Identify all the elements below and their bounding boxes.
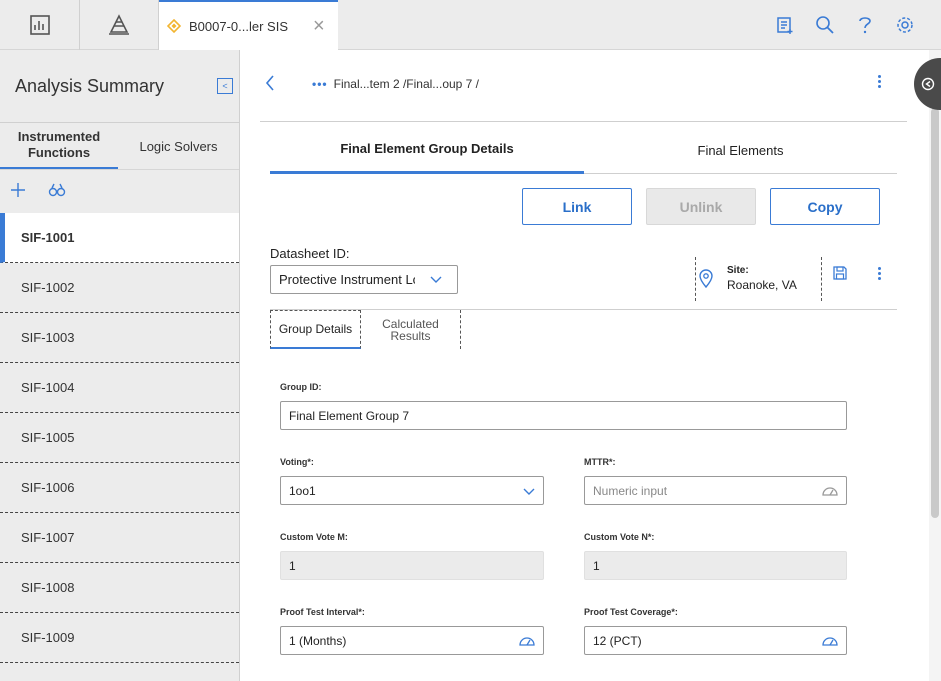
breadcrumb[interactable]: ••• Final...tem 2 /Final...oup 7 /	[312, 77, 479, 91]
sif-tab-icon	[167, 19, 181, 33]
mttr-label: MTTR*:	[584, 457, 616, 467]
site-label: Site:	[727, 265, 749, 276]
proof-test-interval-value: 1 (Months)	[289, 633, 347, 648]
voting-value: 1oo1	[289, 483, 316, 498]
scrollbar[interactable]	[929, 50, 941, 681]
more-icon[interactable]: •••	[312, 77, 328, 91]
proof-test-coverage-value: 12 (PCT)	[593, 633, 642, 648]
proof-test-interval-field[interactable]: 1 (Months)	[280, 626, 544, 655]
datasheet-label: Datasheet ID:	[270, 246, 350, 261]
left-toolbar	[0, 169, 239, 213]
tab-calculated-results-line1: Calculated	[382, 316, 439, 331]
custom-vote-n-label: Custom Vote N*:	[584, 532, 655, 542]
binoculars-icon	[48, 183, 66, 197]
unlink-button[interactable]: Unlink	[646, 188, 756, 225]
dashboard-button[interactable]	[0, 0, 80, 50]
checklist-button[interactable]	[772, 12, 798, 38]
analysis-summary-panel: Analysis Summary < Instrumented Function…	[0, 50, 240, 681]
custom-vote-m-label: Custom Vote M:	[280, 532, 348, 542]
tab-instrumented-functions[interactable]: Instrumented Functions	[0, 123, 118, 170]
custom-vote-n-field: 1	[584, 551, 847, 580]
collapse-icon[interactable]: <	[217, 78, 233, 94]
list-item[interactable]: SIF-1009	[0, 613, 239, 663]
panel-title: Analysis Summary	[15, 76, 165, 96]
back-icon	[265, 75, 274, 91]
custom-vote-m-value: 1	[289, 558, 296, 573]
sif-list: SIF-1001 SIF-1002 SIF-1003 SIF-1004 SIF-…	[0, 213, 239, 663]
help-icon	[859, 17, 871, 34]
list-item[interactable]: SIF-1002	[0, 263, 239, 313]
list-item[interactable]: SIF-1008	[0, 563, 239, 613]
gauge-icon[interactable]	[821, 635, 839, 647]
chevron-down-icon	[430, 276, 442, 283]
link-button[interactable]: Link	[522, 188, 632, 225]
find-button[interactable]	[46, 179, 68, 201]
voting-label: Voting*:	[280, 457, 314, 467]
hierarchy-icon	[109, 14, 129, 35]
divider	[260, 121, 907, 122]
breadcrumb-text[interactable]: Final...tem 2 /Final...oup 7 /	[334, 77, 479, 91]
tab-title: B0007-0...ler SIS	[189, 18, 288, 34]
proof-test-coverage-label: Proof Test Coverage*:	[584, 607, 678, 617]
tab-group-details[interactable]: Group Details	[270, 310, 361, 349]
back-button[interactable]	[264, 74, 276, 97]
hierarchy-button[interactable]	[80, 0, 159, 50]
open-tab-sis[interactable]: B0007-0...ler SIS ×	[159, 0, 338, 50]
main-content: ••• Final...tem 2 /Final...oup 7 / Final…	[240, 50, 941, 681]
gauge-icon	[822, 487, 838, 496]
group-id-label: Group ID:	[280, 382, 322, 392]
datasheet-value: Protective Instrument Loop	[279, 272, 415, 287]
left-tabs: Instrumented Functions Logic Solvers	[0, 122, 239, 170]
list-item[interactable]: SIF-1003	[0, 313, 239, 363]
proof-test-interval-label: Proof Test Interval*:	[280, 607, 365, 617]
panel-toggle-icon	[921, 77, 934, 91]
voting-select[interactable]: 1oo1	[280, 476, 544, 505]
add-button[interactable]	[7, 179, 29, 201]
search-icon	[816, 16, 834, 34]
close-icon[interactable]: ×	[313, 16, 325, 36]
dashboard-icon	[29, 15, 50, 35]
detail-tabs: Final Element Group Details Final Elemen…	[270, 126, 897, 174]
add-icon	[11, 183, 25, 197]
chevron-down-icon	[523, 488, 535, 495]
save-icon[interactable]	[832, 265, 848, 281]
copy-button[interactable]: Copy	[770, 188, 880, 225]
list-item[interactable]: SIF-1006	[0, 463, 239, 513]
more-icon[interactable]	[876, 267, 882, 280]
tab-calculated-results-line2: Results	[390, 328, 431, 343]
list-item[interactable]: SIF-1007	[0, 513, 239, 563]
settings-button[interactable]	[892, 12, 918, 38]
group-id-value: Final Element Group 7	[289, 408, 410, 423]
group-id-field[interactable]: Final Element Group 7	[280, 401, 847, 430]
tab-logic-solvers[interactable]: Logic Solvers	[118, 123, 239, 170]
tab-calculated-results[interactable]: Calculated Results	[361, 310, 461, 349]
custom-vote-m-field: 1	[280, 551, 544, 580]
checklist-icon	[777, 17, 793, 34]
list-item[interactable]: SIF-1004	[0, 363, 239, 413]
datasheet-select[interactable]: Protective Instrument Loop	[270, 265, 458, 294]
proof-test-coverage-field[interactable]: 12 (PCT)	[584, 626, 847, 655]
tab-final-element-group-details[interactable]: Final Element Group Details	[270, 126, 584, 174]
more-icon[interactable]	[876, 75, 882, 88]
gauge-icon[interactable]	[518, 635, 536, 647]
tab-final-elements[interactable]: Final Elements	[584, 126, 897, 174]
settings-icon	[897, 17, 913, 33]
mttr-placeholder: Numeric input	[593, 483, 668, 498]
list-item[interactable]: SIF-1001	[0, 213, 239, 263]
scrollbar-thumb[interactable]	[931, 108, 939, 518]
custom-vote-n-value: 1	[593, 558, 600, 573]
divider	[821, 257, 822, 301]
help-button[interactable]	[852, 12, 878, 38]
divider	[695, 257, 696, 301]
site-value: Roanoke, VA	[727, 278, 797, 292]
mttr-field[interactable]: Numeric input	[584, 476, 847, 505]
list-item[interactable]: SIF-1005	[0, 413, 239, 463]
location-pin-icon	[699, 269, 713, 288]
search-button[interactable]	[812, 12, 838, 38]
top-bar: B0007-0...ler SIS ×	[0, 0, 941, 50]
